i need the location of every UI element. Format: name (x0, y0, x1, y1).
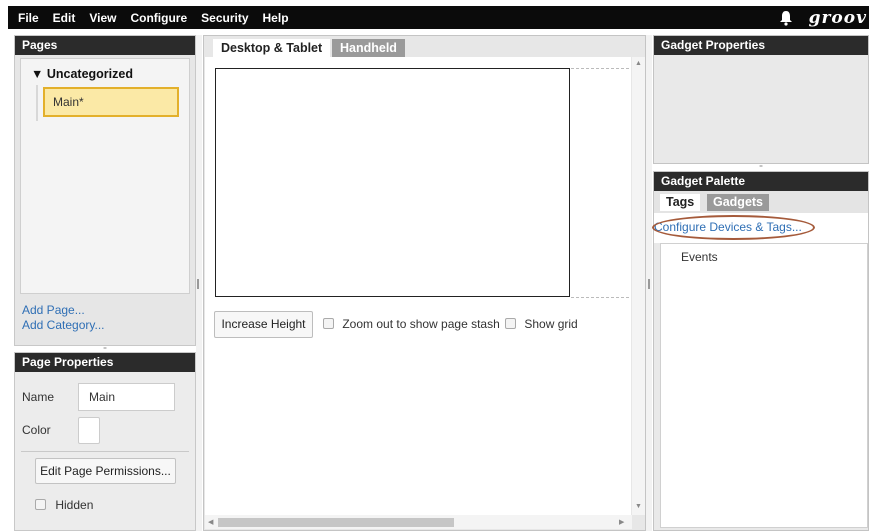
scroll-down-icon[interactable]: ▼ (635, 503, 642, 510)
tab-desktop-tablet[interactable]: Desktop & Tablet (213, 39, 331, 57)
menu-right: groov (777, 6, 869, 29)
stash-boundary-bottom (571, 297, 629, 298)
right-splitter-grip (648, 279, 650, 289)
pages-panel: Pages ▼ Uncategorized Main* Add Page... … (14, 35, 196, 346)
right-splitter[interactable] (646, 35, 652, 531)
name-label: Name (22, 390, 55, 404)
gadget-palette-title: Gadget Palette (654, 172, 868, 191)
color-label: Color (22, 423, 51, 437)
gadget-properties-panel: Gadget Properties (653, 35, 869, 164)
gadget-splitter[interactable]: = (653, 164, 869, 170)
page-properties-panel: Page Properties Name Main Color Edit Pag… (14, 352, 196, 531)
menu-edit[interactable]: Edit (53, 11, 76, 25)
horizontal-scroll-thumb[interactable] (218, 518, 454, 527)
pages-tree: ▼ Uncategorized Main* (20, 58, 190, 294)
tag-item-events[interactable]: Events (681, 250, 718, 264)
show-grid-option[interactable]: Show grid (505, 317, 578, 331)
highlight-ellipse (652, 215, 815, 240)
canvas-area[interactable]: Increase Height Zoom out to show page st… (205, 57, 631, 515)
add-category-link[interactable]: Add Category... (22, 318, 105, 333)
tab-tags[interactable]: Tags (660, 194, 701, 211)
page-canvas[interactable] (215, 68, 570, 297)
menu-bar-strip: File Edit View Configure Security Help g… (8, 6, 869, 29)
palette-tabs: Tags Gadgets (654, 191, 868, 213)
menu-bar: File Edit View Configure Security Help g… (0, 0, 869, 33)
zoom-out-label: Zoom out to show page stash (342, 317, 500, 331)
zoom-out-checkbox[interactable] (323, 318, 334, 329)
gadget-properties-title: Gadget Properties (654, 36, 868, 55)
scroll-up-icon[interactable]: ▲ (635, 60, 642, 67)
show-grid-checkbox[interactable] (505, 318, 516, 329)
menu-file[interactable]: File (18, 11, 39, 25)
menu-view[interactable]: View (89, 11, 116, 25)
color-swatch[interactable] (78, 417, 100, 444)
menu-help[interactable]: Help (263, 11, 289, 25)
horizontal-scrollbar[interactable]: ◀ ▶ (205, 515, 632, 529)
bell-icon[interactable] (777, 9, 795, 27)
hidden-checkbox[interactable] (35, 499, 46, 510)
tree-connector (36, 85, 38, 121)
configure-link-row: Configure Devices & Tags... (652, 213, 868, 243)
tab-gadgets[interactable]: Gadgets (707, 194, 770, 211)
pages-links: Add Page... Add Category... (22, 303, 105, 333)
menu-configure[interactable]: Configure (130, 11, 187, 25)
increase-height-button[interactable]: Increase Height (214, 311, 313, 338)
tab-handheld[interactable]: Handheld (332, 39, 405, 57)
page-item-main[interactable]: Main* (43, 87, 179, 117)
page-name-field[interactable]: Main (78, 383, 175, 411)
page-editor: Desktop & Tablet Handheld Increase Heigh… (203, 35, 646, 531)
page-properties-title: Page Properties (15, 353, 195, 372)
divider (21, 451, 189, 452)
tag-list: Events (660, 243, 868, 528)
scroll-right-icon[interactable]: ▶ (619, 518, 624, 526)
menu-security[interactable]: Security (201, 11, 248, 25)
hidden-label: Hidden (55, 498, 94, 512)
pages-splitter[interactable]: = (14, 346, 196, 352)
scroll-left-icon[interactable]: ◀ (208, 518, 213, 526)
category-uncategorized[interactable]: ▼ Uncategorized (31, 67, 133, 81)
zoom-out-option[interactable]: Zoom out to show page stash (323, 317, 500, 331)
vertical-scrollbar[interactable]: ▲ ▼ (632, 57, 645, 515)
left-splitter[interactable] (196, 35, 202, 531)
left-splitter-grip (197, 279, 199, 289)
stash-boundary-top (571, 68, 629, 69)
hidden-option[interactable]: Hidden (35, 498, 93, 512)
groov-logo: groov (808, 7, 867, 28)
add-page-link[interactable]: Add Page... (22, 303, 105, 318)
pages-panel-title: Pages (15, 36, 195, 55)
gadget-palette-panel: Gadget Palette Tags Gadgets Configure De… (652, 171, 869, 531)
show-grid-label: Show grid (524, 317, 578, 331)
edit-page-permissions-button[interactable]: Edit Page Permissions... (35, 458, 176, 484)
